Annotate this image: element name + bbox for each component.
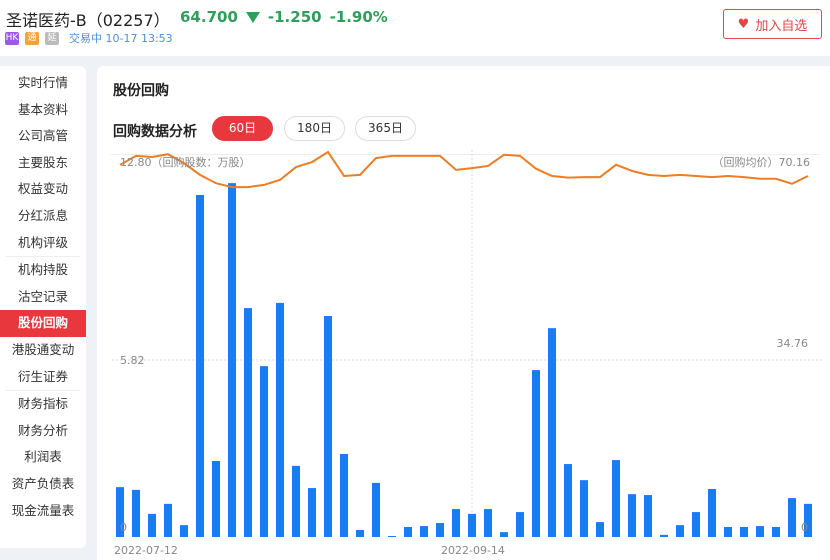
bar	[212, 461, 220, 537]
bar	[308, 488, 316, 537]
bar	[660, 534, 668, 537]
bar	[468, 513, 476, 537]
bar	[436, 523, 444, 537]
bar	[180, 525, 188, 537]
bar	[260, 366, 268, 537]
bar	[388, 536, 396, 537]
bar	[708, 488, 716, 537]
bar	[724, 526, 732, 537]
bar	[772, 526, 780, 537]
bar	[532, 370, 540, 537]
x-label: 2022-07-12	[114, 544, 178, 557]
left-axis-zero: 0	[120, 521, 127, 534]
bar	[372, 482, 380, 537]
bar	[516, 512, 524, 537]
bar	[676, 525, 684, 537]
bar	[292, 465, 300, 537]
bar	[612, 460, 620, 537]
bar	[644, 495, 652, 537]
left-axis-top: 12.80（回购股数：万股）	[120, 155, 251, 169]
bar	[788, 498, 796, 537]
x-label: 2022-09-14	[441, 544, 505, 557]
bar	[500, 532, 508, 537]
bar	[164, 503, 172, 537]
bar	[692, 512, 700, 537]
bar	[132, 489, 140, 537]
left-axis-mid: 5.82	[120, 354, 145, 367]
right-axis-top: （回购均价）70.16	[713, 155, 811, 169]
bar	[564, 464, 572, 537]
bar	[340, 454, 348, 537]
bar	[756, 526, 764, 537]
bar	[196, 195, 204, 537]
bar	[452, 509, 460, 537]
bar	[740, 526, 748, 537]
bar	[356, 530, 364, 537]
bar	[148, 513, 156, 537]
right-axis-zero: 0	[801, 521, 808, 534]
buyback-chart: 12.80（回购股数：万股） 5.82 0 （回购均价）70.16 34.76 …	[112, 150, 822, 557]
right-axis-mid: 34.76	[777, 337, 809, 350]
bar	[580, 480, 588, 537]
bar	[548, 328, 556, 537]
bar	[228, 183, 236, 538]
bar	[484, 509, 492, 537]
bar	[596, 522, 604, 537]
bar	[244, 308, 252, 537]
bar	[276, 302, 284, 537]
bar	[628, 494, 636, 537]
bar	[420, 526, 428, 537]
bar	[324, 315, 332, 537]
bar	[404, 526, 412, 537]
